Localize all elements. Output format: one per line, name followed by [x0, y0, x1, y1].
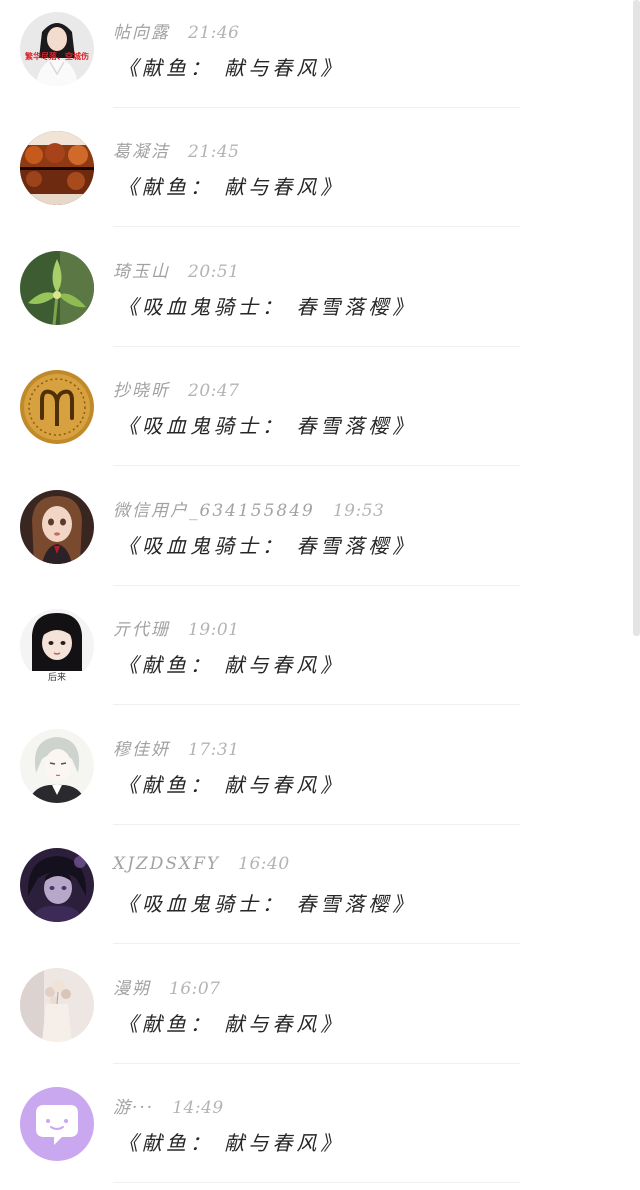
conversation-item[interactable]: 葛凝洁 21:45 《献鱼： 献与春风》 [0, 119, 620, 238]
divider [113, 704, 520, 705]
message-time: 21:45 [188, 142, 240, 162]
anime-boy-avatar[interactable] [20, 729, 94, 803]
dark-anime-avatar[interactable] [20, 848, 94, 922]
message-time: 14:49 [172, 1098, 224, 1118]
message-time: 21:46 [188, 23, 240, 43]
scrollbar[interactable] [633, 0, 640, 636]
message-preview: 《献鱼： 献与春风》 [118, 175, 345, 199]
green-flower-avatar[interactable] [20, 251, 94, 325]
divider [113, 107, 520, 108]
contact-name: 亓代珊 [113, 620, 170, 640]
conversation-meta: 抄晓昕 20:47 [113, 376, 240, 401]
conversation-meta: 漫朔 16:07 [113, 974, 221, 999]
contact-name: 穆佳妍 [113, 740, 170, 760]
message-preview: 《吸血鬼骑士： 春雪落樱》 [118, 414, 417, 438]
aries-coin-avatar[interactable] [20, 370, 94, 444]
contact-name: 抄晓昕 [113, 381, 170, 401]
avatar-caption: 后来 [48, 672, 66, 682]
message-preview: 《献鱼： 献与春风》 [118, 1131, 345, 1155]
contact-name: 帖向露 [113, 23, 170, 43]
conversation-item[interactable]: XJZDSXFY 16:40 《吸血鬼骑士： 春雪落樱》 [0, 836, 620, 955]
conversation-item[interactable]: 游··· 14:49 《献鱼： 献与春风》 [0, 1075, 620, 1190]
contact-name: 微信用户_634155849 [113, 501, 315, 521]
contact-name: 游··· [113, 1098, 155, 1118]
conversation-item[interactable]: 微信用户_634155849 19:53 《吸血鬼骑士： 春雪落樱》 [0, 478, 620, 597]
message-time: 20:47 [188, 381, 240, 401]
conversation-meta: 亓代珊 19:01 [113, 615, 240, 640]
chat-bubble-avatar[interactable] [20, 1087, 94, 1161]
message-time: 16:07 [169, 979, 221, 999]
flower-vase-avatar[interactable] [20, 968, 94, 1042]
message-preview: 《吸血鬼骑士： 春雪落樱》 [118, 534, 417, 558]
message-preview: 《吸血鬼骑士： 春雪落樱》 [118, 892, 417, 916]
divider [113, 465, 520, 466]
conversation-item[interactable]: 抄晓昕 20:47 《吸血鬼骑士： 春雪落樱》 [0, 358, 620, 477]
conversation-item[interactable]: 穆佳妍 17:31 《献鱼： 献与春风》 [0, 717, 620, 836]
contact-name: XJZDSXFY [113, 854, 221, 874]
divider [113, 1182, 520, 1183]
divider [113, 1063, 520, 1064]
conversation-meta: 琦玉山 20:51 [113, 257, 240, 282]
girl-bangs-avatar[interactable]: 后来 [20, 609, 94, 683]
message-time: 17:31 [188, 740, 240, 760]
conversation-item[interactable]: 漫朔 16:07 《献鱼： 献与春风》 [0, 956, 620, 1075]
conversation-meta: 帖向露 21:46 [113, 18, 240, 43]
message-preview: 《献鱼： 献与春风》 [118, 773, 345, 797]
contact-name: 漫朔 [113, 979, 151, 999]
message-preview: 《献鱼： 献与春风》 [118, 56, 345, 80]
message-preview: 《献鱼： 献与春风》 [118, 653, 345, 677]
conversation-meta: 游··· 14:49 [113, 1093, 224, 1118]
message-time: 16:40 [238, 854, 290, 874]
contact-name: 琦玉山 [113, 262, 170, 282]
message-preview: 《献鱼： 献与春风》 [118, 1012, 345, 1036]
conversation-meta: 葛凝洁 21:45 [113, 137, 240, 162]
conversation-meta: XJZDSXFY 16:40 [113, 854, 290, 874]
doll-avatar[interactable] [20, 490, 94, 564]
conversation-item[interactable]: 后来 亓代珊 19:01 《献鱼： 献与春风》 [0, 597, 620, 716]
message-preview: 《吸血鬼骑士： 春雪落樱》 [118, 295, 417, 319]
message-time: 19:53 [332, 501, 385, 521]
divider [113, 943, 520, 944]
woman-portrait-avatar[interactable]: 繁华尽落、空城伤 [20, 12, 94, 86]
autumn-lake-avatar[interactable] [20, 131, 94, 205]
conversation-meta: 穆佳妍 17:31 [113, 735, 240, 760]
divider [113, 346, 520, 347]
message-time: 20:51 [188, 262, 240, 282]
conversation-item[interactable]: 繁华尽落、空城伤 帖向露 21:46 《献鱼： 献与春风》 [0, 0, 620, 119]
avatar-caption: 繁华尽落、空城伤 [24, 51, 89, 61]
divider [113, 824, 520, 825]
contact-name: 葛凝洁 [113, 142, 170, 162]
divider [113, 585, 520, 586]
message-time: 19:01 [188, 620, 240, 640]
divider [113, 226, 520, 227]
conversation-item[interactable]: 琦玉山 20:51 《吸血鬼骑士： 春雪落樱》 [0, 239, 620, 358]
conversation-meta: 微信用户_634155849 19:53 [113, 496, 384, 521]
